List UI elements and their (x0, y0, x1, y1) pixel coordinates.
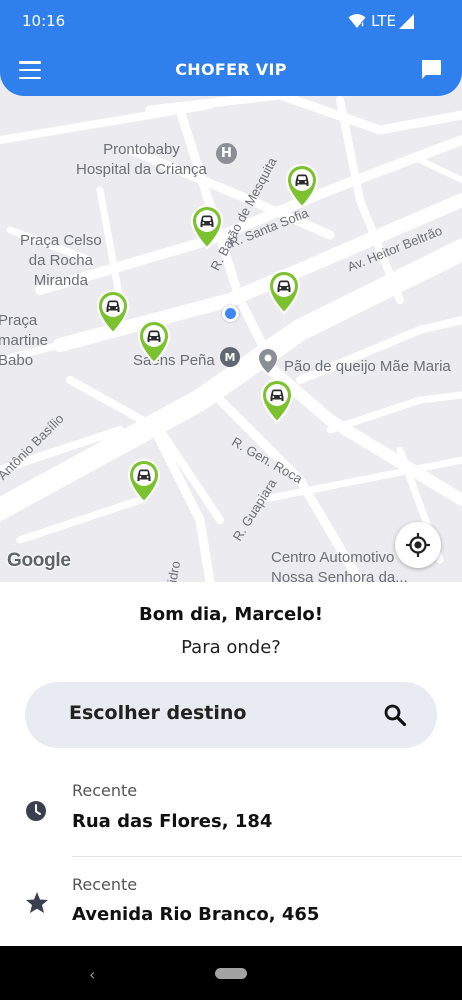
divider (72, 856, 462, 857)
search-icon[interactable] (383, 703, 407, 731)
recent-address: Avenida Rio Branco, 465 (72, 904, 320, 925)
car-pin-icon[interactable] (126, 457, 162, 503)
recent-address: Rua das Flores, 184 (72, 811, 273, 832)
destination-search-input[interactable]: Escolher destino (25, 682, 437, 748)
my-location-button[interactable] (395, 522, 441, 568)
clock-icon (25, 800, 47, 826)
greeting-title: Bom dia, Marcelo! (139, 604, 323, 625)
car-pin-icon[interactable] (266, 268, 302, 314)
network-type: LTE (371, 12, 396, 30)
star-icon (25, 891, 49, 918)
car-pin-icon[interactable] (136, 318, 172, 364)
back-chevron-icon[interactable]: ‹ (89, 965, 95, 984)
app-title: CHOFER VIP (175, 60, 287, 79)
car-pin-icon[interactable] (259, 377, 295, 423)
car-pin-icon[interactable] (95, 288, 131, 334)
wifi-icon (348, 13, 366, 33)
poi-label-praca-lamartine: Praça martine Babo (0, 312, 49, 369)
recent-destination-item[interactable]: Recente Avenida Rio Branco, 465 (0, 864, 462, 954)
home-pill[interactable] (215, 968, 247, 979)
recent-destination-item[interactable]: Recente Rua das Flores, 184 (0, 770, 462, 860)
hospital-icon: H (216, 143, 237, 164)
metro-icon: M (220, 347, 240, 367)
greeting-subtitle: Para onde? (181, 637, 281, 658)
poi-label-pao-de-queijo: Pão de queijo Mãe Maria (284, 358, 451, 375)
poi-label-praca-celso: Praça Celso da Rocha Miranda (20, 232, 102, 289)
signal-icon (399, 14, 414, 33)
search-placeholder: Escolher destino (69, 702, 247, 724)
google-logo: Google (7, 550, 71, 571)
poi-label-hospital: Prontobaby Hospital da Criança (76, 141, 207, 178)
recent-tag: Recente (72, 781, 138, 800)
car-pin-icon[interactable] (189, 203, 225, 249)
status-time: 10:16 (22, 12, 66, 30)
car-pin-icon[interactable] (284, 162, 320, 208)
user-location-dot (222, 305, 239, 322)
system-nav-bar: ‹ (0, 946, 462, 1000)
place-pin-icon (259, 349, 277, 373)
poi-label-centro-automotivo: Centro Automotivo Nossa Senhora da... (271, 549, 408, 582)
chat-bubble-icon[interactable] (420, 59, 442, 85)
crosshair-icon (406, 533, 430, 557)
app-header: 10:16 LTE CHOFER VIP (0, 0, 462, 96)
recent-tag: Recente (72, 875, 138, 894)
